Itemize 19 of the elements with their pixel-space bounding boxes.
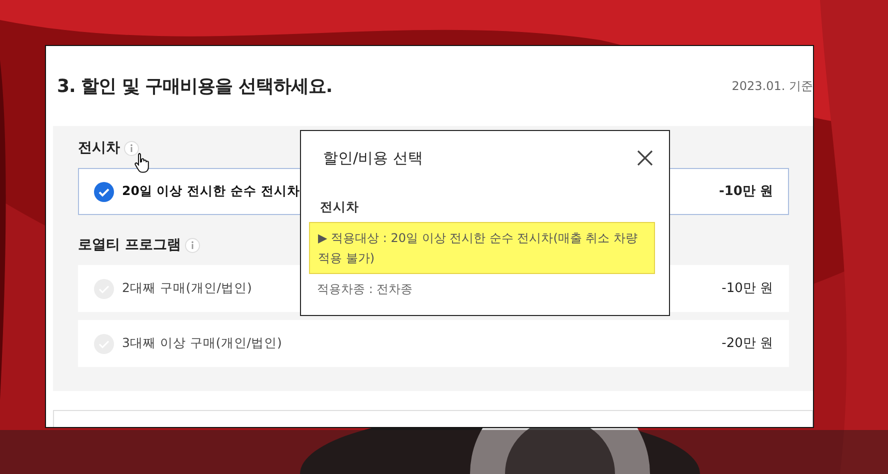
discount-amount: -20만 원: [722, 334, 773, 353]
close-icon[interactable]: [637, 150, 653, 166]
dialog-subtitle: 전시차: [320, 198, 360, 216]
dialog-note: 적용차종 : 전차종: [317, 281, 414, 298]
info-icon[interactable]: [124, 141, 139, 156]
group-label: 전시차: [78, 139, 120, 158]
reference-date: 2023.01. 기준: [732, 78, 813, 95]
option-label: 3대째 이상 구매(개인/법인): [122, 334, 282, 352]
discount-amount: -10만 원: [718, 182, 773, 201]
info-icon[interactable]: [184, 238, 200, 253]
discount-option[interactable]: 3대째 이상 구매(개인/법인) -20만 원: [78, 320, 789, 367]
dialog-title: 할인/비용 선택: [323, 148, 423, 169]
highlighted-note: ▶ 적용대상 : 20일 이상 전시한 순수 전시차(매출 취소 차량 적용 불가): [309, 222, 655, 274]
section-title: 3. 할인 및 구매비용을 선택하세요.: [57, 74, 332, 98]
group-label: 로열티 프로그램: [78, 236, 181, 255]
discount-amount: -10만 원: [722, 280, 773, 298]
check-icon: [94, 182, 114, 202]
option-label: 20일 이상 전시한 순수 전시차: [122, 182, 300, 200]
option-label: 2대째 구매(개인/법인): [122, 279, 252, 298]
